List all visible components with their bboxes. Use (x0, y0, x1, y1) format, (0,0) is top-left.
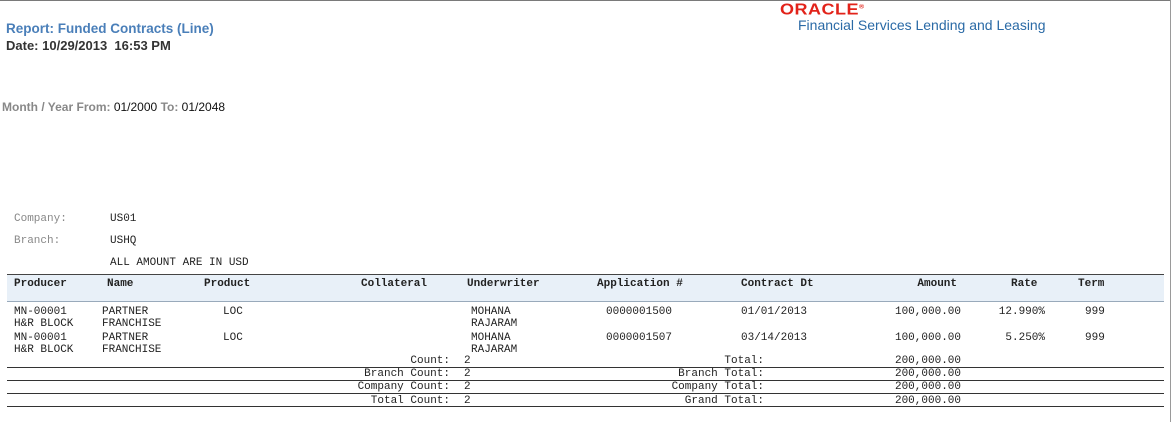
row-rate: 5.250% (1005, 332, 1045, 344)
company-count-value: 2 (464, 381, 471, 393)
period-to-value: 01/2048 (181, 100, 226, 114)
row-producer-name: H&R BLOCK (14, 344, 74, 356)
total-label: Total: (724, 355, 764, 367)
company-total-label: Company Total: (671, 381, 764, 393)
count-label: Count: (410, 355, 450, 367)
row-producer: MN-00001 H&R BLOCK (14, 332, 73, 356)
company-value: US01 (110, 213, 137, 225)
row-underwriter-line2: RAJARAM (471, 344, 518, 356)
row-name-line2: FRANCHISE (102, 344, 162, 356)
branch-count-value: 2 (464, 368, 471, 380)
period-from-label: From: (76, 100, 111, 114)
col-underwriter: Underwriter (467, 278, 540, 290)
row-product: LOC (223, 306, 243, 318)
period-filter: Month / Year From: 01/2000 To: 01/2048 (2, 100, 225, 114)
totals-divider (7, 406, 1164, 407)
row-name: PARTNER FRANCHISE (102, 332, 161, 356)
report-title: Report: Funded Contracts (Line) (6, 21, 214, 36)
row-producer-id: MN-00001 (14, 306, 67, 318)
col-name: Name (107, 278, 134, 290)
row-underwriter-line1: MOHANA (471, 332, 511, 344)
col-amount: Amount (917, 278, 957, 290)
branch-total-value: 200,000.00 (894, 368, 961, 380)
row-rate: 12.990% (998, 306, 1045, 318)
brand-subtitle: Financial Services Lending and Leasing (798, 17, 1046, 33)
company-total-value: 200,000.00 (894, 381, 961, 393)
branch-total-label: Branch Total: (678, 368, 764, 380)
total-count-value: 2 (464, 395, 471, 407)
grand-total-value: 200,000.00 (894, 395, 961, 407)
row-underwriter: MOHANA RAJARAM (471, 306, 517, 330)
row-name-line1: PARTNER (102, 332, 149, 344)
totals-divider (7, 367, 1164, 368)
logo-mark: ® (859, 4, 865, 11)
branch-value: USHQ (110, 235, 137, 247)
row-contract-dt: 01/01/2013 (741, 306, 808, 318)
row-underwriter-line1: MOHANA (471, 306, 511, 318)
totals-divider (7, 393, 1164, 394)
row-term: 999 (1085, 306, 1105, 318)
count-value: 2 (464, 355, 471, 367)
row-producer-name: H&R BLOCK (14, 318, 74, 330)
row-name: PARTNER FRANCHISE (102, 306, 161, 330)
branch-count-label: Branch Count: (364, 368, 450, 380)
grand-total-label: Grand Total: (684, 395, 764, 407)
row-underwriter-line2: RAJARAM (471, 318, 518, 330)
col-producer: Producer (14, 278, 67, 290)
branch-label: Branch: (14, 235, 61, 247)
col-contract-dt: Contract Dt (741, 278, 814, 290)
row-application: 0000001507 (606, 332, 673, 344)
row-amount: 100,000.00 (894, 306, 961, 318)
row-underwriter: MOHANA RAJARAM (471, 332, 517, 356)
row-producer: MN-00001 H&R BLOCK (14, 306, 73, 330)
row-application: 0000001500 (606, 306, 673, 318)
date-label: Date: (6, 38, 39, 53)
col-application: Application # (597, 278, 683, 290)
row-term: 999 (1085, 332, 1105, 344)
col-collateral: Collateral (361, 278, 428, 290)
total-count-label: Total Count: (370, 395, 450, 407)
total-value: 200,000.00 (894, 355, 961, 367)
period-to-label: To: (160, 100, 179, 114)
col-term: Term (1078, 278, 1105, 290)
table-header (7, 274, 1164, 302)
report-date: Date: 10/29/2013 16:53 PM (6, 38, 171, 53)
row-producer-id: MN-00001 (14, 332, 67, 344)
row-name-line1: PARTNER (102, 306, 149, 318)
row-contract-dt: 03/14/2013 (741, 332, 808, 344)
col-product: Product (204, 278, 251, 290)
col-rate: Rate (1011, 278, 1038, 290)
row-product: LOC (223, 332, 243, 344)
company-label: Company: (14, 213, 67, 225)
period-from-value: 01/2000 (113, 100, 158, 114)
date-value: 10/29/2013 16:53 PM (42, 38, 171, 53)
logo-text: ORACLE (780, 1, 859, 18)
company-count-label: Company Count: (357, 381, 450, 393)
row-amount: 100,000.00 (894, 332, 961, 344)
row-name-line2: FRANCHISE (102, 318, 162, 330)
top-border (0, 0, 1171, 1)
totals-divider (7, 380, 1164, 381)
period-label: Month / Year (2, 100, 74, 114)
currency-note: ALL AMOUNT ARE IN USD (110, 257, 249, 269)
